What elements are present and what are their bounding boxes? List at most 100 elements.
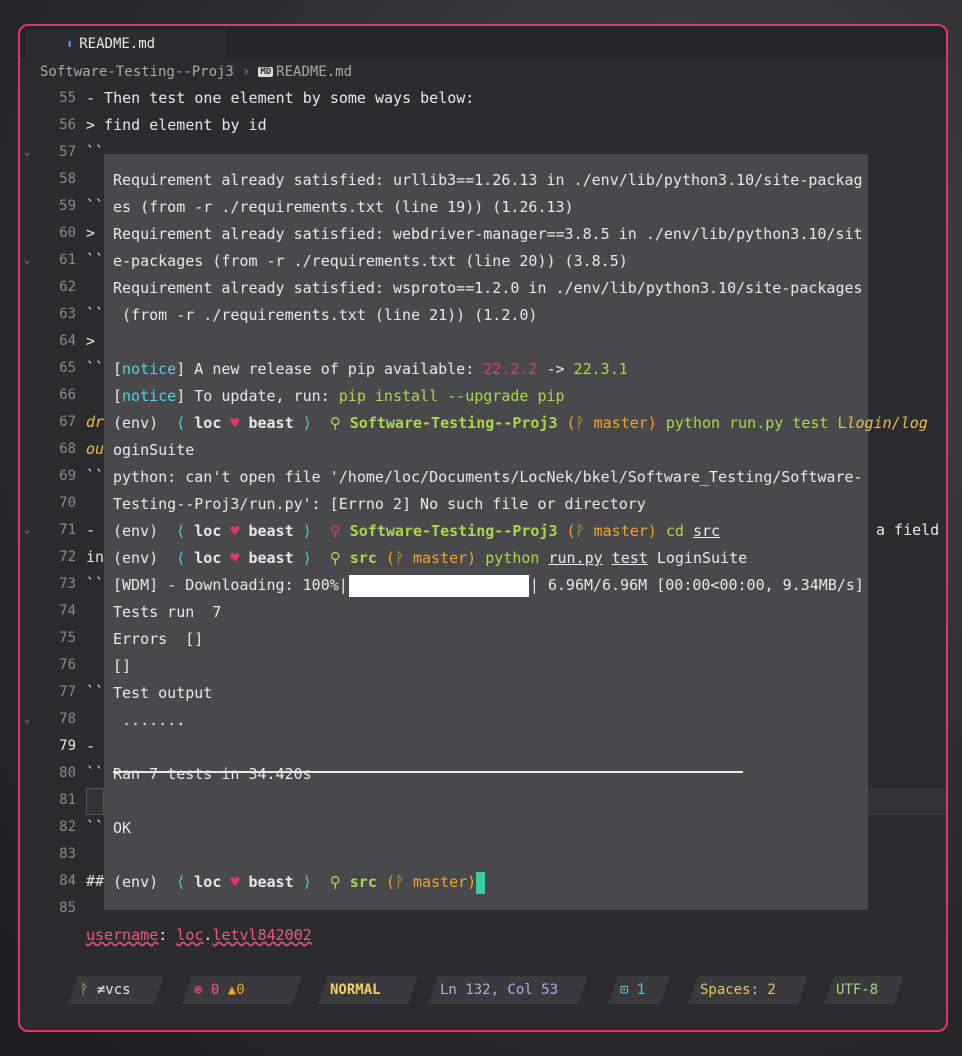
term-line: Testing--Proj3/run.py': [Errno 2] No suc… xyxy=(113,495,646,513)
status-indentation[interactable]: Spaces: 2 xyxy=(688,976,808,1004)
status-cursor-position[interactable]: Ln 132, Col 53 xyxy=(428,976,588,1004)
code-line-56: > find element by id xyxy=(86,116,267,134)
term-prompt-2: (env) ⟨ loc ♥ beast ⟩ ⚲ Software-Testing… xyxy=(113,522,721,540)
term-line: Requirement already satisfied: urllib3==… xyxy=(113,171,863,189)
code-line-55: - Then test one element by some ways bel… xyxy=(86,89,475,107)
fold-chevron-icon[interactable]: ⌄ xyxy=(24,247,30,274)
line-number: 80 xyxy=(59,765,76,781)
code-line-70-wrap: in xyxy=(86,548,105,566)
term-line: python: can't open file '/home/loc/Docum… xyxy=(113,468,863,486)
line-number: 83 xyxy=(59,846,76,862)
line-number: 82 xyxy=(59,819,76,835)
code-line-63: `` xyxy=(86,305,105,323)
term-line: oginSuite xyxy=(113,441,195,459)
line-number: 64 xyxy=(59,333,76,349)
term-line: Test output xyxy=(113,684,213,702)
terminal-icon: ⊡ xyxy=(620,982,629,998)
motorbike-icon: ⚲ xyxy=(329,522,341,540)
status-terminals[interactable]: ⊡ 1 xyxy=(608,976,670,1004)
term-line: Tests run 7 xyxy=(113,603,222,621)
breadcrumb-folder[interactable]: Software-Testing--Proj3 xyxy=(40,64,234,80)
status-bar: ᚹ ≠vcs ⊗ 0 ▲0 NORMAL Ln 132, Col 53 ⊡ 1 … xyxy=(20,974,946,1006)
line-number: 68 xyxy=(59,441,76,457)
line-number: 58 xyxy=(59,171,76,187)
term-prompt-3: (env) ⟨ loc ♥ beast ⟩ ⚲ src (ᚹ master) p… xyxy=(113,549,748,567)
line-number: 70 xyxy=(59,495,76,511)
code-line-64: > xyxy=(86,332,96,350)
code-line-68: `` xyxy=(86,467,105,485)
line-number: 63 xyxy=(59,306,76,322)
code-line-59: `` xyxy=(86,197,105,215)
term-line: Ran 7 tests in 34.420s xyxy=(113,765,312,783)
motorbike-icon: ⚲ xyxy=(329,414,341,432)
term-prompt-4[interactable]: (env) ⟨ loc ♥ beast ⟩ ⚲ src (ᚹ master) xyxy=(113,869,486,896)
line-number: 67 xyxy=(59,414,76,430)
code-line-84: username: loc.letvl842002 xyxy=(86,926,312,944)
warning-icon: ▲ xyxy=(227,982,237,998)
term-line: [] xyxy=(113,657,132,675)
line-number: 77 xyxy=(59,684,76,700)
status-diagnostics[interactable]: ⊗ 0 ▲0 xyxy=(182,976,302,1004)
code-line-61: `` xyxy=(86,251,105,269)
term-progress-line: [WDM] - Downloading: 100%| | 6.96M/6.96M … xyxy=(113,572,864,599)
code-line-70: - xyxy=(86,521,96,539)
term-line: es (from -r ./requirements.txt (line 19)… xyxy=(113,198,574,216)
term-line: OK xyxy=(113,819,132,837)
term-line: Errors [] xyxy=(113,630,204,648)
term-line: Requirement already satisfied: webdriver… xyxy=(113,225,863,243)
line-number: 62 xyxy=(59,279,76,295)
fold-chevron-icon[interactable]: ⌄ xyxy=(24,706,30,733)
code-line-60: > xyxy=(86,224,96,242)
line-number: 79 xyxy=(59,738,76,754)
line-number: 56 xyxy=(59,117,76,133)
line-number: 60 xyxy=(59,225,76,241)
term-line: e-packages (from -r ./requirements.txt (… xyxy=(113,252,628,270)
error-icon: ⊗ xyxy=(194,982,203,998)
tab-bar: ⬇ README.md xyxy=(20,26,946,58)
term-line: ....... xyxy=(113,711,186,729)
editor-window: ⬇ README.md Software-Testing--Proj3 › MD… xyxy=(18,24,948,1032)
terminal-cursor xyxy=(476,871,486,894)
term-notice-line: [notice] A new release of pip available:… xyxy=(113,360,628,378)
yaml-key: username xyxy=(86,926,159,944)
status-encoding[interactable]: UTF-8 xyxy=(824,976,904,1004)
tab-readme[interactable]: ⬇ README.md xyxy=(26,30,226,58)
code-line-82: ## xyxy=(86,872,105,890)
line-number: 76 xyxy=(59,657,76,673)
line-number: 66 xyxy=(59,387,76,403)
code-line-70-right: a field xyxy=(876,521,940,539)
breadcrumb-file[interactable]: README.md xyxy=(276,64,352,80)
line-number: 85 xyxy=(59,900,76,916)
code-line-75: `` xyxy=(86,683,105,701)
git-branch-icon: ᚹ xyxy=(80,982,89,998)
code-line-67: dr xyxy=(86,413,105,431)
code-line-71: `` xyxy=(86,575,105,593)
term-notice-line: [notice] To update, run: pip install --u… xyxy=(113,387,565,405)
term-prompt-1: (env) ⟨ loc ♥ beast ⟩ ⚲ Software-Testing… xyxy=(113,414,928,432)
terminal-popup[interactable]: Requirement already satisfied: urllib3==… xyxy=(104,154,928,910)
motorbike-icon: ⚲ xyxy=(329,549,341,567)
download-progress-bar xyxy=(348,574,529,597)
motorbike-icon: ⚲ xyxy=(329,873,341,891)
line-number: 81 xyxy=(59,792,76,808)
term-line: Requirement already satisfied: wsproto==… xyxy=(113,279,863,297)
line-number: 75 xyxy=(59,630,76,646)
code-line-65: `` xyxy=(86,359,105,377)
line-number: 65 xyxy=(59,360,76,376)
status-mode: NORMAL xyxy=(318,976,418,1004)
fold-chevron-icon[interactable]: ⌄ xyxy=(24,139,30,166)
status-vcs[interactable]: ᚹ ≠vcs xyxy=(68,976,164,1004)
line-number: 84 xyxy=(59,873,76,889)
code-line-78: `` xyxy=(86,764,105,782)
chevron-right-icon: › xyxy=(241,64,251,80)
line-number: 72 xyxy=(59,549,76,565)
fold-chevron-icon[interactable]: ⌄ xyxy=(24,517,30,544)
line-number: 74 xyxy=(59,603,76,619)
code-line-57: `` xyxy=(86,143,105,161)
markdown-down-arrow-icon: ⬇ xyxy=(66,37,74,51)
term-line: (from -r ./requirements.txt (line 21)) (… xyxy=(113,306,538,324)
git-branch-icon: ᚹ xyxy=(575,414,585,432)
code-line-67-wrap: ou xyxy=(86,440,105,458)
code-line-77: - xyxy=(86,737,96,755)
heart-icon: ♥ xyxy=(230,414,240,432)
